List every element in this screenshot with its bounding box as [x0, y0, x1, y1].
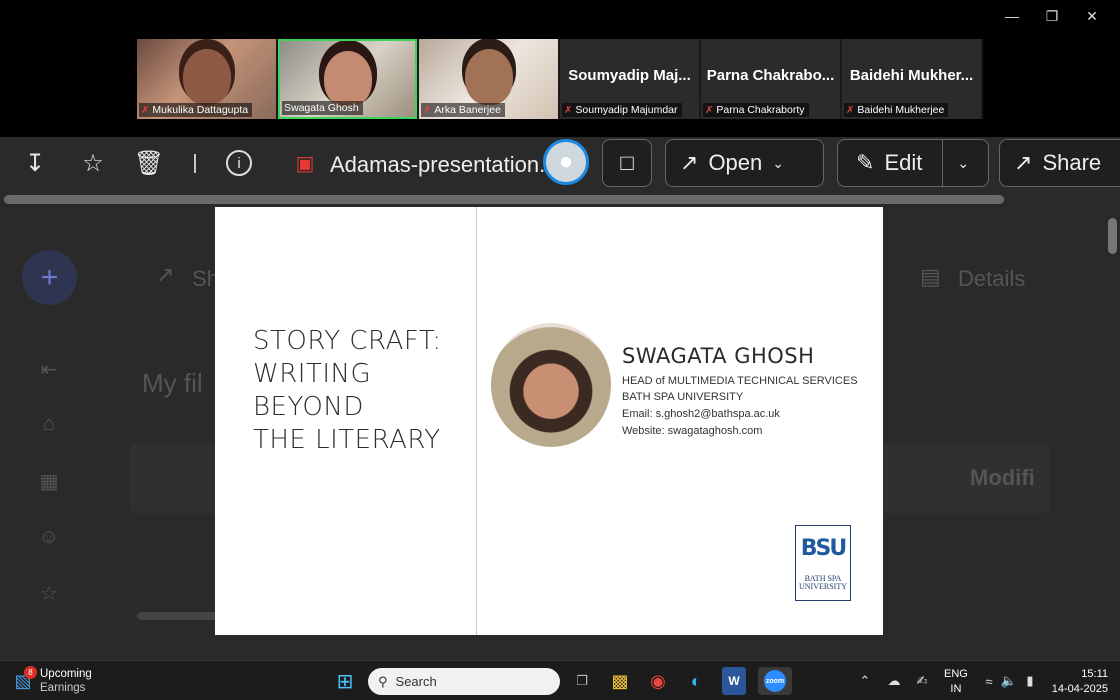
mic-muted-icon: ✗: [423, 104, 432, 116]
presenter-photo: [491, 323, 611, 447]
presenter-email: Email: s.ghosh2@bathspa.ac.uk: [622, 408, 780, 420]
collapse-icon: ⇤: [40, 358, 58, 381]
file-name: Adamas-presentation.: [330, 152, 546, 177]
participant-label: ✗ Parna Chakraborty: [703, 103, 809, 117]
volume-icon[interactable]: 🔈: [1000, 667, 1018, 695]
details-icon: ▤: [920, 264, 941, 289]
mic-muted-icon: ✗: [564, 104, 573, 116]
share-button[interactable]: ↗ Share: [999, 139, 1120, 187]
open-button[interactable]: ↗ Open ⌄: [665, 139, 824, 187]
star-icon: ☆: [40, 582, 58, 605]
edit-button[interactable]: ✎ Edit ⌄: [837, 139, 989, 187]
participant-label: Swagata Ghosh: [282, 101, 363, 115]
participant-video: [182, 49, 231, 105]
mic-muted-icon: ✗: [141, 104, 150, 116]
participant-tile[interactable]: Parna Chakrabo... ✗ Parna Chakraborty: [701, 39, 840, 119]
star-icon[interactable]: ☆: [78, 148, 108, 178]
participant-tile[interactable]: ✗ Arka Banerjee: [419, 39, 558, 119]
folder-icon: ▦: [39, 470, 59, 493]
bg-details-label: Details: [958, 266, 1026, 291]
chevron-down-icon[interactable]: ⌄: [942, 140, 969, 186]
task-view-icon[interactable]: ❐: [570, 667, 594, 695]
share-icon: ↗: [1014, 150, 1033, 175]
chevron-up-icon[interactable]: ⌃: [856, 667, 874, 695]
participant-tile[interactable]: Soumyadip Maj... ✗ Soumyadip Majumdar: [560, 39, 699, 119]
participant-tile-active[interactable]: Swagata Ghosh: [278, 39, 417, 119]
comment-icon: □: [620, 150, 634, 175]
close-icon[interactable]: ✕: [1072, 6, 1112, 26]
bg-modified-header: Modifi: [970, 465, 1035, 490]
bg-scroll: [137, 612, 222, 620]
participant-video: [464, 49, 513, 105]
bg-my-files: My fil: [142, 368, 203, 398]
participant-label: ✗ Arka Banerjee: [421, 103, 505, 117]
search-icon: ⚲: [378, 673, 388, 689]
zoom-app-icon[interactable]: zoom: [758, 667, 792, 695]
clock[interactable]: 15:11 14-04-2025: [1052, 667, 1108, 697]
info-icon[interactable]: i: [226, 150, 252, 176]
slide-divider: [476, 207, 477, 635]
window-controls: — ❐ ✕: [992, 6, 1112, 26]
minimize-icon[interactable]: —: [992, 6, 1032, 26]
mic-muted-icon: ✗: [846, 104, 855, 116]
download-icon[interactable]: ↧: [20, 148, 50, 178]
file-explorer-icon[interactable]: ▩: [608, 667, 632, 695]
participant-video: [323, 51, 372, 107]
participant-tile[interactable]: ✗ Mukulika Dattagupta: [137, 39, 276, 119]
home-icon: ⌂: [42, 412, 56, 435]
presenter-name: SWAGATA GHOSH: [622, 344, 815, 368]
language-indicator[interactable]: ENG IN: [944, 667, 968, 697]
word-icon[interactable]: W: [722, 667, 746, 695]
participant-label: ✗ Soumyadip Majumdar: [562, 103, 682, 117]
weather-widget[interactable]: Upcoming Earnings: [40, 667, 92, 695]
trash-icon[interactable]: 🗑: [134, 148, 164, 178]
notification-badge: 8: [24, 666, 37, 679]
vertical-scrollbar[interactable]: [1108, 218, 1117, 254]
restore-icon[interactable]: ❐: [1032, 6, 1072, 26]
participant-tile[interactable]: Baidehi Mukher... ✗ Baidehi Mukherjee: [842, 39, 981, 119]
taskbar: ▧ 8 Upcoming Earnings ⊞ ⚲ Search ❐ ▩ ◉ ◐ …: [0, 660, 1120, 700]
taskbar-search[interactable]: ⚲ Search: [368, 668, 560, 695]
person-icon: ●: [558, 148, 574, 175]
university-logo: BSU BATH SPA UNIVERSITY: [795, 525, 851, 601]
participant-label: ✗ Mukulika Dattagupta: [139, 103, 253, 117]
presenter-website: Website: swagataghosh.com: [622, 425, 763, 437]
edge-icon[interactable]: ◐: [684, 667, 708, 695]
horizontal-scrollbar[interactable]: [4, 195, 1004, 204]
chrome-icon[interactable]: ◉: [646, 667, 670, 695]
slide-title: STORY CRAFT: WRITING BEYOND THE LITERARY: [253, 326, 442, 455]
participant-label: ✗ Baidehi Mukherjee: [844, 103, 949, 117]
mic-muted-icon: ✗: [705, 104, 714, 116]
separator: |: [192, 151, 198, 174]
windows-start-icon[interactable]: ⊞: [332, 667, 358, 695]
add-new-button[interactable]: +: [22, 250, 77, 305]
viewer-toolbar: ↧ ☆ 🗑 | i ▣ Adamas-presentation. ● □ ↗ Op…: [0, 138, 1120, 190]
onedrive-icon[interactable]: ☁: [884, 667, 904, 695]
people-icon: ☺: [38, 525, 60, 548]
open-external-icon: ↗: [680, 150, 699, 175]
battery-icon[interactable]: ▮: [1020, 667, 1040, 695]
chevron-down-icon: ⌄: [772, 154, 784, 171]
wifi-icon[interactable]: ≈: [980, 667, 998, 695]
pen-input-icon[interactable]: ✍: [912, 667, 932, 695]
participant-strip: ✗ Mukulika Dattagupta Swagata Ghosh ✗ Arka…: [137, 39, 983, 119]
pencil-icon: ✎: [856, 150, 875, 175]
comment-button[interactable]: □: [602, 139, 652, 187]
presenter-org: BATH SPA UNIVERSITY: [622, 391, 744, 403]
user-avatar-button[interactable]: ●: [543, 139, 589, 185]
share-icon: ↗: [156, 262, 175, 287]
presenter-role: HEAD of MULTIMEDIA TECHNICAL SERVICES: [622, 375, 858, 387]
pdf-file-icon: ▣: [295, 152, 315, 175]
presentation-slide: STORY CRAFT: WRITING BEYOND THE LITERARY…: [215, 207, 883, 635]
